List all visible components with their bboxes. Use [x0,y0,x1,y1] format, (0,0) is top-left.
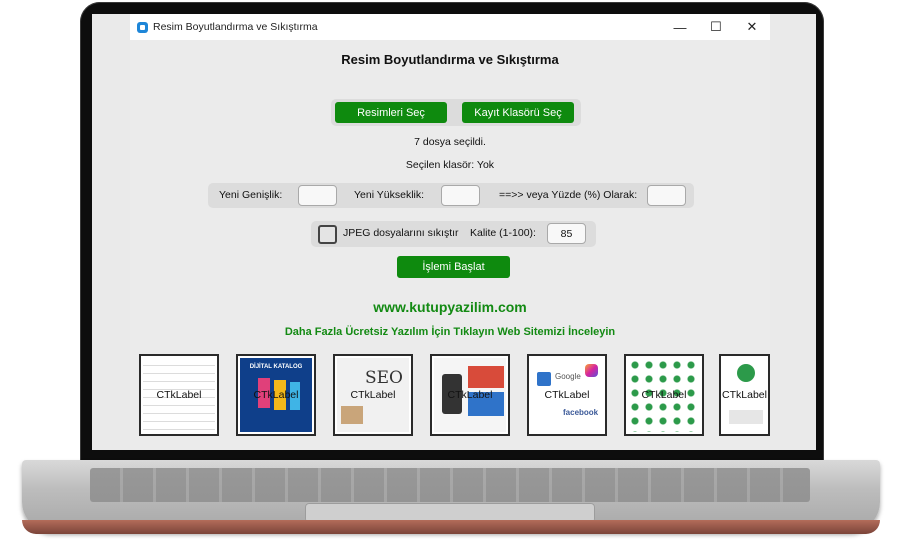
thumbnail-item[interactable]: CTkLabel [719,354,770,436]
resize-options-panel: Yeni Genişlik: Yeni Yükseklik: ==>> veya… [208,183,694,208]
compression-panel: JPEG dosyalarını sıkıştır Kalite (1-100)… [311,221,596,247]
window-title: Resim Boyutlandırma ve Sıkıştırma [153,21,318,33]
thumbnail-item[interactable]: CTkLabel [624,354,704,436]
promo-tagline[interactable]: Daha Fazla Ücretsiz Yazılım İçin Tıklayı… [130,326,770,338]
height-input[interactable] [441,185,480,206]
width-label: Yeni Genişlik: [219,189,283,201]
thumbnail-art-text: SEO [365,368,403,388]
laptop-keyboard [90,468,810,502]
thumbnail-item[interactable]: SEO CTkLabel [333,354,413,436]
select-folder-button[interactable]: Kayıt Klasörü Seç [462,102,574,123]
thumbnail-item[interactable]: Google facebook CTkLabel [527,354,607,436]
laptop-screen: Resim Boyutlandırma ve Sıkıştırma — ☐ ✕ … [92,14,816,450]
thumbnail-caption: CTkLabel [350,389,396,401]
file-selection-panel: Resimleri Seç Kayıt Klasörü Seç [331,99,581,126]
quality-label: Kalite (1-100): [470,227,536,239]
close-button[interactable]: ✕ [734,14,770,40]
maximize-button[interactable]: ☐ [698,14,734,40]
thumbnail-caption: CTkLabel [156,389,202,401]
page-title: Resim Boyutlandırma ve Sıkıştırma [341,52,559,67]
thumbnail-item[interactable]: DİJİTAL KATALOG CTkLabel [236,354,316,436]
thumbnail-art-text: Google [555,372,581,381]
minimize-button[interactable]: — [662,14,698,40]
thumbnail-strip: CTkLabel DİJİTAL KATALOG CTkLabel SEO CT… [130,354,770,438]
thumbnail-caption: CTkLabel [447,389,493,401]
selected-folder-status: Seçilen klasör: Yok [405,159,495,171]
height-label: Yeni Yükseklik: [354,189,425,201]
title-bar: Resim Boyutlandırma ve Sıkıştırma — ☐ ✕ [130,14,770,40]
app-icon [137,21,148,33]
window-controls: — ☐ ✕ [662,14,770,40]
thumbnail-caption: CTkLabel [641,389,687,401]
thumbnail-caption: CTkLabel [722,389,767,401]
thumbnail-caption: CTkLabel [544,389,590,401]
thumbnail-caption: CTkLabel [253,389,299,401]
compress-checkbox[interactable] [318,225,337,244]
select-images-button[interactable]: Resimleri Seç [335,102,447,123]
thumbnail-art-text: facebook [563,408,599,417]
app-content: Resim Boyutlandırma ve Sıkıştırma Resiml… [130,40,770,450]
start-button[interactable]: İşlemi Başlat [397,256,510,278]
laptop-base-rim [22,520,880,534]
thumbnail-item[interactable]: CTkLabel [139,354,219,436]
thumbnail-item[interactable]: CTkLabel [430,354,510,436]
quality-input[interactable]: 85 [547,223,586,244]
files-selected-status: 7 dosya seçildi. [414,136,486,148]
compress-label: JPEG dosyalarını sıkıştır [343,227,459,239]
percent-label: ==>> veya Yüzde (%) Olarak: [499,189,638,201]
website-link[interactable]: www.kutupyazilim.com [130,299,770,315]
thumbnail-art-text: DİJİTAL KATALOG [249,364,303,370]
percent-input[interactable] [647,185,686,206]
width-input[interactable] [298,185,337,206]
